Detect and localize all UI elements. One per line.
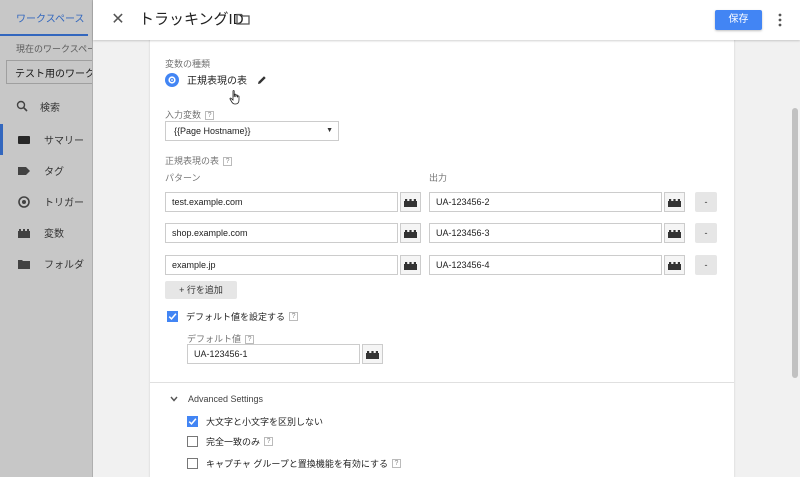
input-variable-select[interactable]: {{Page Hostname}} ▼ [165, 121, 339, 141]
remove-row-button[interactable]: - [695, 255, 717, 275]
help-icon[interactable]: ? [289, 312, 299, 321]
help-icon[interactable]: ? [223, 157, 233, 167]
sidebar-item-summary[interactable]: サマリー [0, 124, 92, 155]
sidebar-item-label: サマリー [44, 136, 84, 147]
output-input[interactable]: UA-123456-3 [429, 223, 662, 243]
set-default-label: デフォルト値を設定する [186, 312, 286, 322]
variable-picker-button[interactable] [664, 223, 685, 243]
sidebar-item-label: 変数 [44, 229, 64, 240]
add-row-button[interactable]: + 行を追加 [165, 281, 237, 299]
ignore-case-row[interactable]: 大文字と小文字を区別しない [187, 415, 323, 428]
variable-picker-button[interactable] [362, 344, 383, 364]
workspace-tab[interactable]: ワークスペース [0, 0, 88, 36]
input-variable-label-text: 入力変数 [165, 110, 202, 120]
variable-type-selector[interactable]: 正規表現の表 [165, 72, 267, 87]
capture-groups-checkbox[interactable] [187, 458, 198, 469]
help-icon[interactable]: ? [245, 335, 255, 345]
sidebar-item-tags[interactable]: タグ [0, 155, 92, 186]
gear-icon [165, 72, 179, 87]
set-default-checkbox-row[interactable]: デフォルト値を設定する ? [167, 310, 299, 323]
help-icon[interactable]: ? [264, 437, 274, 446]
variable-icon [668, 198, 681, 207]
variable-picker-button[interactable] [400, 223, 421, 243]
sidebar-item-label: フォルダ [44, 260, 84, 271]
sidebar: ワークスペース 現在のワークスペース テスト用のワークスペース 検索 サマリー … [0, 0, 93, 477]
output-input[interactable]: UA-123456-2 [429, 192, 662, 212]
hand-cursor-icon [229, 90, 240, 105]
folder-icon [18, 259, 30, 269]
sidebar-item-folders[interactable]: フォルダ [0, 248, 92, 279]
ignore-case-checkbox[interactable] [187, 416, 198, 427]
chevron-down-icon [170, 396, 178, 402]
variable-config-card: 変数の種類 正規表現の表 入力変数? {{Page Hostname}} ▼ 正… [150, 29, 734, 477]
variable-picker-button[interactable] [664, 255, 685, 275]
variable-type-name: 正規表現の表 [187, 76, 247, 87]
variable-picker-button[interactable] [664, 192, 685, 212]
dropdown-caret-icon: ▼ [326, 127, 333, 134]
variable-icon [404, 229, 417, 238]
more-menu-icon[interactable] [777, 12, 783, 28]
regex-table-label: 正規表現の表? [165, 154, 233, 167]
sidebar-item-label: タグ [44, 167, 64, 178]
sidebar-item-variables[interactable]: 変数 [0, 217, 92, 248]
set-default-checkbox[interactable] [167, 311, 178, 322]
folder-icon[interactable] [236, 13, 250, 25]
current-workspace-label: 現在のワークスペース [16, 44, 92, 54]
default-value-label-text: デフォルト値 [187, 334, 242, 344]
search-icon [16, 100, 28, 112]
sidebar-item-triggers[interactable]: トリガー [0, 186, 92, 217]
page-title[interactable]: トラッキングID [139, 8, 248, 32]
variable-icon [404, 261, 417, 270]
help-icon[interactable]: ? [205, 111, 215, 121]
help-icon[interactable]: ? [391, 459, 401, 468]
output-input[interactable]: UA-123456-4 [429, 255, 662, 275]
save-button[interactable]: 保存 [715, 10, 762, 30]
variable-icon [668, 261, 681, 270]
divider [150, 382, 734, 383]
variable-icon [668, 229, 681, 238]
panel-header: ✕ トラッキングID 保存 [93, 0, 800, 40]
advanced-settings-label: Advanced Settings [188, 394, 264, 404]
remove-row-button[interactable]: - [695, 192, 717, 212]
pattern-column-header: パターン [165, 173, 201, 183]
sidebar-search-label: 検索 [40, 102, 60, 114]
variable-icon [366, 350, 379, 359]
capture-groups-row[interactable]: キャプチャ グループと置換機能を有効にする ? [187, 457, 401, 470]
variable-picker-button[interactable] [400, 255, 421, 275]
variable-picker-button[interactable] [400, 192, 421, 212]
full-match-row[interactable]: 完全一致のみ ? [187, 435, 274, 448]
summary-icon [18, 135, 30, 145]
current-workspace-selector[interactable]: テスト用のワークスペース [6, 60, 92, 84]
close-icon[interactable]: ✕ [109, 11, 127, 29]
scrollbar-thumb[interactable] [792, 108, 798, 378]
pattern-input[interactable]: example.jp [165, 255, 398, 275]
capture-groups-label: キャプチャ グループと置換機能を有効にする [206, 459, 388, 469]
variable-icon [404, 198, 417, 207]
full-match-checkbox[interactable] [187, 436, 198, 447]
tag-icon [18, 166, 30, 176]
input-variable-value: {{Page Hostname}} [174, 126, 251, 136]
trigger-icon [18, 195, 30, 208]
full-match-label: 完全一致のみ [206, 437, 261, 447]
ignore-case-label: 大文字と小文字を区別しない [206, 417, 324, 427]
advanced-settings-toggle[interactable]: Advanced Settings [170, 394, 263, 404]
default-value-input[interactable]: UA-123456-1 [187, 344, 360, 364]
regex-table-label-text: 正規表現の表 [165, 156, 220, 166]
sidebar-search[interactable]: 検索 [0, 94, 92, 118]
pattern-input[interactable]: test.example.com [165, 192, 398, 212]
variable-type-label: 変数の種類 [165, 59, 211, 69]
variable-editor-panel: ✕ トラッキングID 保存 変数の種類 正規表現の表 入力変数? {{Page … [93, 0, 800, 477]
pencil-icon[interactable] [257, 75, 267, 85]
remove-row-button[interactable]: - [695, 223, 717, 243]
pattern-input[interactable]: shop.example.com [165, 223, 398, 243]
sidebar-item-label: トリガー [44, 198, 84, 209]
input-variable-label: 入力変数? [165, 108, 215, 121]
output-column-header: 出力 [429, 173, 448, 183]
variable-icon [18, 228, 30, 238]
